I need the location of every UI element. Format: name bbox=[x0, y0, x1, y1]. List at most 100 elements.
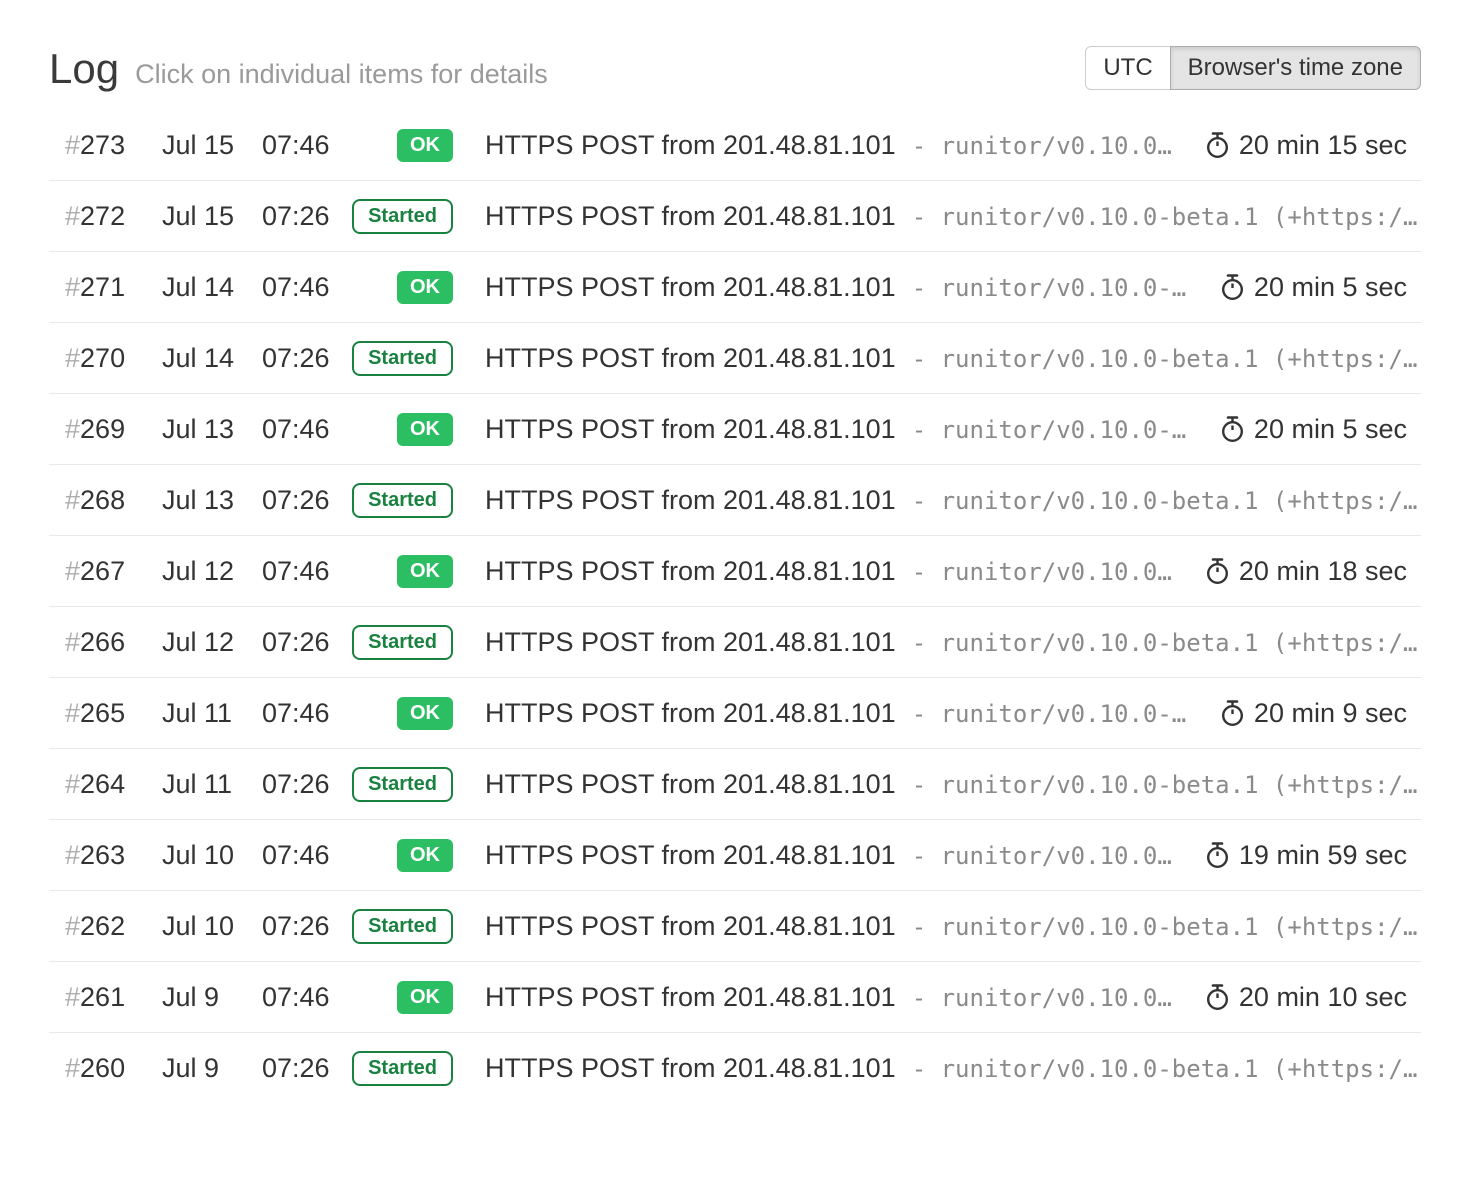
log-row[interactable]: #264 Jul 11 07:26 Started HTTPS POST fro… bbox=[49, 749, 1421, 820]
status-badge-started: Started bbox=[352, 199, 453, 234]
event-time: 07:46 bbox=[262, 556, 356, 587]
event-number: #262 bbox=[49, 911, 162, 942]
log-row[interactable]: #262 Jul 10 07:26 Started HTTPS POST fro… bbox=[49, 891, 1421, 962]
stopwatch-icon bbox=[1220, 273, 1245, 301]
hash-prefix: # bbox=[65, 485, 80, 515]
event-number-value: 267 bbox=[80, 556, 125, 586]
user-agent-text: - runitor/v0.10.0-beta.1 (+https:/… bbox=[912, 1055, 1418, 1083]
status-badge-started: Started bbox=[352, 1051, 453, 1086]
event-time: 07:46 bbox=[262, 414, 356, 445]
stopwatch-icon bbox=[1205, 131, 1230, 159]
hash-prefix: # bbox=[65, 201, 80, 231]
event-date: Jul 12 bbox=[162, 627, 262, 658]
event-time: 07:46 bbox=[262, 272, 356, 303]
log-row[interactable]: #263 Jul 10 07:46 OK HTTPS POST from 201… bbox=[49, 820, 1421, 891]
stopwatch-icon bbox=[1205, 557, 1230, 585]
status-badge-ok: OK bbox=[397, 413, 453, 446]
hash-prefix: # bbox=[65, 840, 80, 870]
event-number: #268 bbox=[49, 485, 162, 516]
log-row[interactable]: #272 Jul 15 07:26 Started HTTPS POST fro… bbox=[49, 181, 1421, 252]
event-number-value: 265 bbox=[80, 698, 125, 728]
browser-timezone-button[interactable]: Browser's time zone bbox=[1170, 46, 1421, 90]
event-number: #263 bbox=[49, 840, 162, 871]
event-description: HTTPS POST from 201.48.81.101- runitor/v… bbox=[453, 840, 1193, 871]
log-row[interactable]: #266 Jul 12 07:26 Started HTTPS POST fro… bbox=[49, 607, 1421, 678]
event-number: #267 bbox=[49, 556, 162, 587]
event-date: Jul 14 bbox=[162, 343, 262, 374]
event-time: 07:46 bbox=[262, 840, 356, 871]
log-row[interactable]: #273 Jul 15 07:46 OK HTTPS POST from 201… bbox=[49, 110, 1421, 181]
event-source-text: HTTPS POST from 201.48.81.101 bbox=[485, 272, 896, 302]
hash-prefix: # bbox=[65, 272, 80, 302]
event-date: Jul 14 bbox=[162, 272, 262, 303]
event-source-text: HTTPS POST from 201.48.81.101 bbox=[485, 698, 896, 728]
status-badge-cell: Started bbox=[356, 483, 453, 518]
hash-prefix: # bbox=[65, 627, 80, 657]
status-badge-ok: OK bbox=[397, 129, 453, 162]
event-number-value: 271 bbox=[80, 272, 125, 302]
event-time: 07:26 bbox=[262, 627, 356, 658]
event-source-text: HTTPS POST from 201.48.81.101 bbox=[485, 911, 896, 941]
status-badge-started: Started bbox=[352, 625, 453, 660]
utc-button[interactable]: UTC bbox=[1085, 46, 1170, 90]
user-agent-text: - runitor/v0.10.0-beta.1 (+https:/… bbox=[912, 203, 1418, 231]
duration-cell: 19 min 59 sec bbox=[1205, 840, 1421, 871]
log-row[interactable]: #269 Jul 13 07:46 OK HTTPS POST from 201… bbox=[49, 394, 1421, 465]
page-header: Log Click on individual items for detail… bbox=[49, 46, 1421, 92]
user-agent-text: - runitor/v0.10.0-beta.1 (+https:/… bbox=[912, 771, 1418, 799]
log-row[interactable]: #268 Jul 13 07:26 Started HTTPS POST fro… bbox=[49, 465, 1421, 536]
event-number-value: 273 bbox=[80, 130, 125, 160]
status-badge-started: Started bbox=[352, 767, 453, 802]
log-row[interactable]: #267 Jul 12 07:46 OK HTTPS POST from 201… bbox=[49, 536, 1421, 607]
hash-prefix: # bbox=[65, 769, 80, 799]
log-row[interactable]: #260 Jul 9 07:26 Started HTTPS POST from… bbox=[49, 1033, 1421, 1104]
event-time: 07:46 bbox=[262, 982, 356, 1013]
duration-cell: 20 min 18 sec bbox=[1205, 556, 1421, 587]
event-time: 07:26 bbox=[262, 769, 356, 800]
event-description: HTTPS POST from 201.48.81.101- runitor/v… bbox=[453, 130, 1193, 161]
event-number-value: 269 bbox=[80, 414, 125, 444]
user-agent-text: - runitor/v0.10.0-… bbox=[912, 274, 1187, 302]
status-badge-ok: OK bbox=[397, 981, 453, 1014]
hash-prefix: # bbox=[65, 130, 80, 160]
status-badge-cell: Started bbox=[356, 341, 453, 376]
duration-text: 20 min 5 sec bbox=[1254, 414, 1407, 445]
event-description: HTTPS POST from 201.48.81.101- runitor/v… bbox=[453, 1053, 1421, 1084]
log-row[interactable]: #271 Jul 14 07:46 OK HTTPS POST from 201… bbox=[49, 252, 1421, 323]
event-source-text: HTTPS POST from 201.48.81.101 bbox=[485, 556, 896, 586]
event-source-text: HTTPS POST from 201.48.81.101 bbox=[485, 485, 896, 515]
event-number: #266 bbox=[49, 627, 162, 658]
event-number: #265 bbox=[49, 698, 162, 729]
event-number: #269 bbox=[49, 414, 162, 445]
event-source-text: HTTPS POST from 201.48.81.101 bbox=[485, 414, 896, 444]
event-time: 07:26 bbox=[262, 343, 356, 374]
event-description: HTTPS POST from 201.48.81.101- runitor/v… bbox=[453, 414, 1208, 445]
duration-text: 20 min 10 sec bbox=[1239, 982, 1407, 1013]
status-badge-cell: OK bbox=[356, 697, 453, 730]
log-row[interactable]: #261 Jul 9 07:46 OK HTTPS POST from 201.… bbox=[49, 962, 1421, 1033]
duration-cell: 20 min 5 sec bbox=[1220, 414, 1421, 445]
user-agent-text: - runitor/v0.10.0-beta.1 (+https:/… bbox=[912, 913, 1418, 941]
page-subtitle: Click on individual items for details bbox=[135, 59, 548, 90]
event-source-text: HTTPS POST from 201.48.81.101 bbox=[485, 130, 896, 160]
user-agent-text: - runitor/v0.10.0-beta.1 (+https:/… bbox=[912, 487, 1418, 515]
status-badge-cell: OK bbox=[356, 555, 453, 588]
status-badge-cell: Started bbox=[356, 625, 453, 660]
status-badge-ok: OK bbox=[397, 271, 453, 304]
event-date: Jul 10 bbox=[162, 911, 262, 942]
status-badge-ok: OK bbox=[397, 839, 453, 872]
event-description: HTTPS POST from 201.48.81.101- runitor/v… bbox=[453, 698, 1208, 729]
status-badge-ok: OK bbox=[397, 555, 453, 588]
user-agent-text: - runitor/v0.10.0-beta.1 (+https:/… bbox=[912, 345, 1418, 373]
user-agent-text: - runitor/v0.10.0… bbox=[912, 984, 1172, 1012]
hash-prefix: # bbox=[65, 1053, 80, 1083]
log-row[interactable]: #265 Jul 11 07:46 OK HTTPS POST from 201… bbox=[49, 678, 1421, 749]
event-description: HTTPS POST from 201.48.81.101 - runitor/v… bbox=[453, 485, 1421, 516]
status-badge-cell: Started bbox=[356, 1051, 453, 1086]
duration-text: 20 min 5 sec bbox=[1254, 272, 1407, 303]
log-row[interactable]: #270 Jul 14 07:26 Started HTTPS POST fro… bbox=[49, 323, 1421, 394]
status-badge-cell: OK bbox=[356, 839, 453, 872]
event-description: HTTPS POST from 201.48.81.101 - runitor/v… bbox=[453, 911, 1421, 942]
event-date: Jul 9 bbox=[162, 982, 262, 1013]
event-source-text: HTTPS POST from 201.48.81.101 bbox=[485, 982, 896, 1012]
